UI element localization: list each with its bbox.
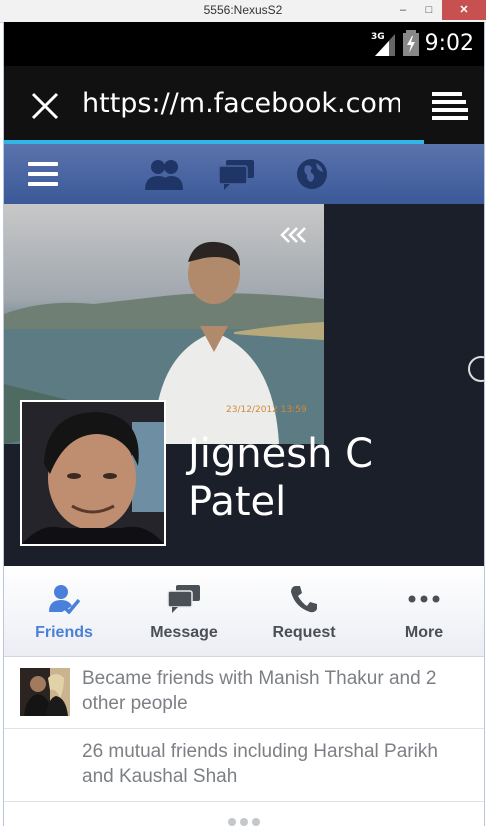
friends-label: Friends <box>35 624 93 641</box>
profile-picture[interactable] <box>20 400 166 546</box>
story-text: 26 mutual friends including Harshal Pari… <box>82 741 438 787</box>
cover-date-stamp: 23/12/2012 13:59 <box>226 405 307 415</box>
collapse-chevrons-icon[interactable] <box>280 226 308 244</box>
close-tab-icon[interactable] <box>30 91 60 121</box>
message-icon <box>167 585 200 613</box>
status-bar: 3G 9:02 <box>4 22 484 66</box>
messages-icon[interactable] <box>218 158 256 190</box>
more-icon <box>408 595 440 603</box>
avatar <box>22 402 164 544</box>
clock: 9:02 <box>424 30 474 56</box>
scroll-indicator[interactable] <box>468 356 484 382</box>
maximize-button[interactable]: □ <box>416 0 442 20</box>
battery-charging-icon <box>402 30 419 56</box>
more-label: More <box>404 624 444 641</box>
list-item[interactable]: Became friends with Manish Thakur and 2 … <box>4 656 484 729</box>
browser-menu-icon[interactable] <box>432 92 468 120</box>
friends-check-icon <box>49 585 80 614</box>
request-button[interactable]: Request <box>244 566 364 656</box>
request-label: Request <box>272 624 336 641</box>
profile-name: Jignesh C Patel <box>188 431 374 525</box>
browser-url-bar: https://m.facebook.com/pa <box>4 66 484 144</box>
friend-thumbnail-image <box>20 668 70 716</box>
close-window-button[interactable]: ✕ <box>442 0 486 20</box>
friends-button[interactable]: Friends <box>4 566 124 656</box>
message-button[interactable]: Message <box>124 566 244 656</box>
notifications-globe-icon[interactable] <box>296 158 328 190</box>
emulator-titlebar: 5556:NexusS2 – □ ✕ <box>0 0 486 23</box>
network-type-label: 3G <box>371 32 385 42</box>
friend-thumbnail <box>20 668 70 716</box>
menu-icon[interactable] <box>28 162 58 186</box>
facebook-nav-bar <box>4 144 484 205</box>
loading-indicator <box>228 818 260 826</box>
device-screen: 3G 9:02 https://m.facebook.com/pa <box>3 22 485 826</box>
profile-cover-area: 23/12/2012 13:59 Jignesh C Patel <box>4 204 484 566</box>
profile-action-bar: Friends Message Request More <box>4 566 484 657</box>
list-item[interactable]: 26 mutual friends including Harshal Pari… <box>4 729 484 802</box>
status-icons: 3G 9:02 <box>371 30 474 56</box>
friends-icon[interactable] <box>144 158 184 190</box>
signal-3g-icon: 3G <box>371 32 395 56</box>
url-input[interactable]: https://m.facebook.com/pa <box>82 88 400 124</box>
phone-icon <box>291 586 317 613</box>
window-controls: – □ ✕ <box>390 0 486 20</box>
minimize-button[interactable]: – <box>390 0 416 20</box>
message-label: Message <box>150 624 218 641</box>
more-button[interactable]: More <box>364 566 484 656</box>
story-text: Became friends with Manish Thakur and 2 … <box>82 668 437 714</box>
